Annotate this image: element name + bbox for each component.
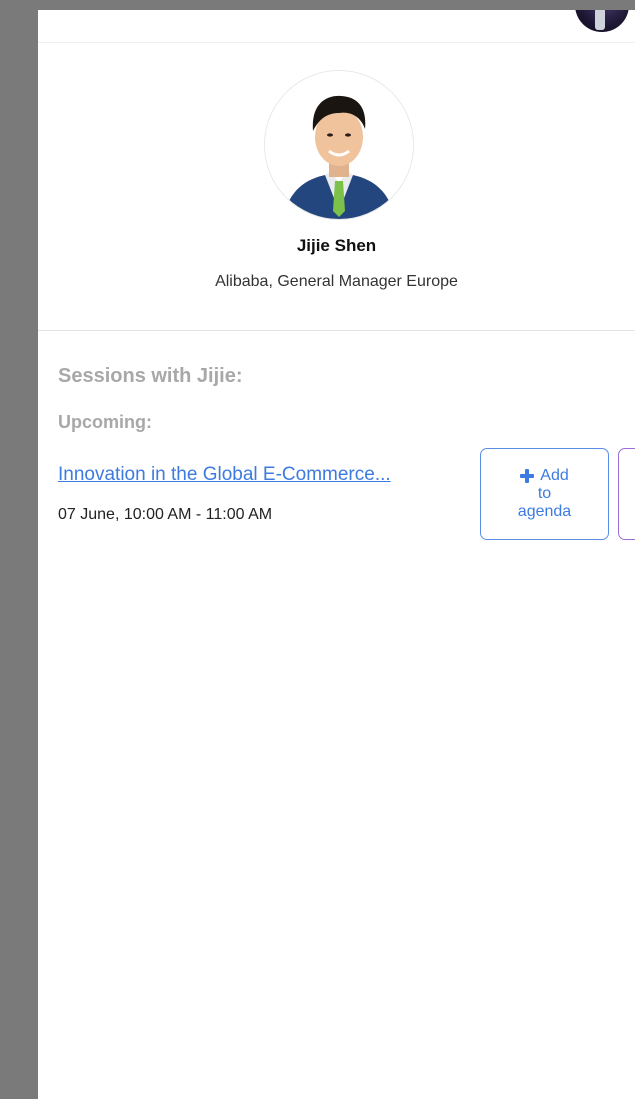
plus-icon xyxy=(520,469,535,483)
upcoming-heading: Upcoming: xyxy=(58,412,152,432)
session-title-link[interactable]: Innovation in the Global E-Commerce... xyxy=(58,464,470,486)
speaker-name: Jijie Shen xyxy=(296,236,377,255)
add-to-agenda-button[interactable]: Add to agenda xyxy=(480,448,609,540)
header-avatar[interactable] xyxy=(575,10,629,32)
speaker-profile: Jijie Shen Alibaba, General Manager Euro… xyxy=(38,43,635,331)
top-header-strip xyxy=(38,10,635,43)
session-time: 07 June, 10:00 AM - 11:00 AM xyxy=(58,506,273,523)
add-button-line1: Add xyxy=(540,467,569,484)
add-button-line2: to xyxy=(537,485,552,502)
speaker-role: Alibaba, General Manager Europe xyxy=(215,273,458,290)
speaker-avatar xyxy=(264,70,414,220)
sessions-heading: Sessions with Jijie: xyxy=(58,365,243,387)
add-button-line3: agenda xyxy=(517,503,572,520)
secondary-session-button[interactable] xyxy=(618,448,635,540)
speaker-detail-panel: Jijie Shen Alibaba, General Manager Euro… xyxy=(38,10,635,1099)
